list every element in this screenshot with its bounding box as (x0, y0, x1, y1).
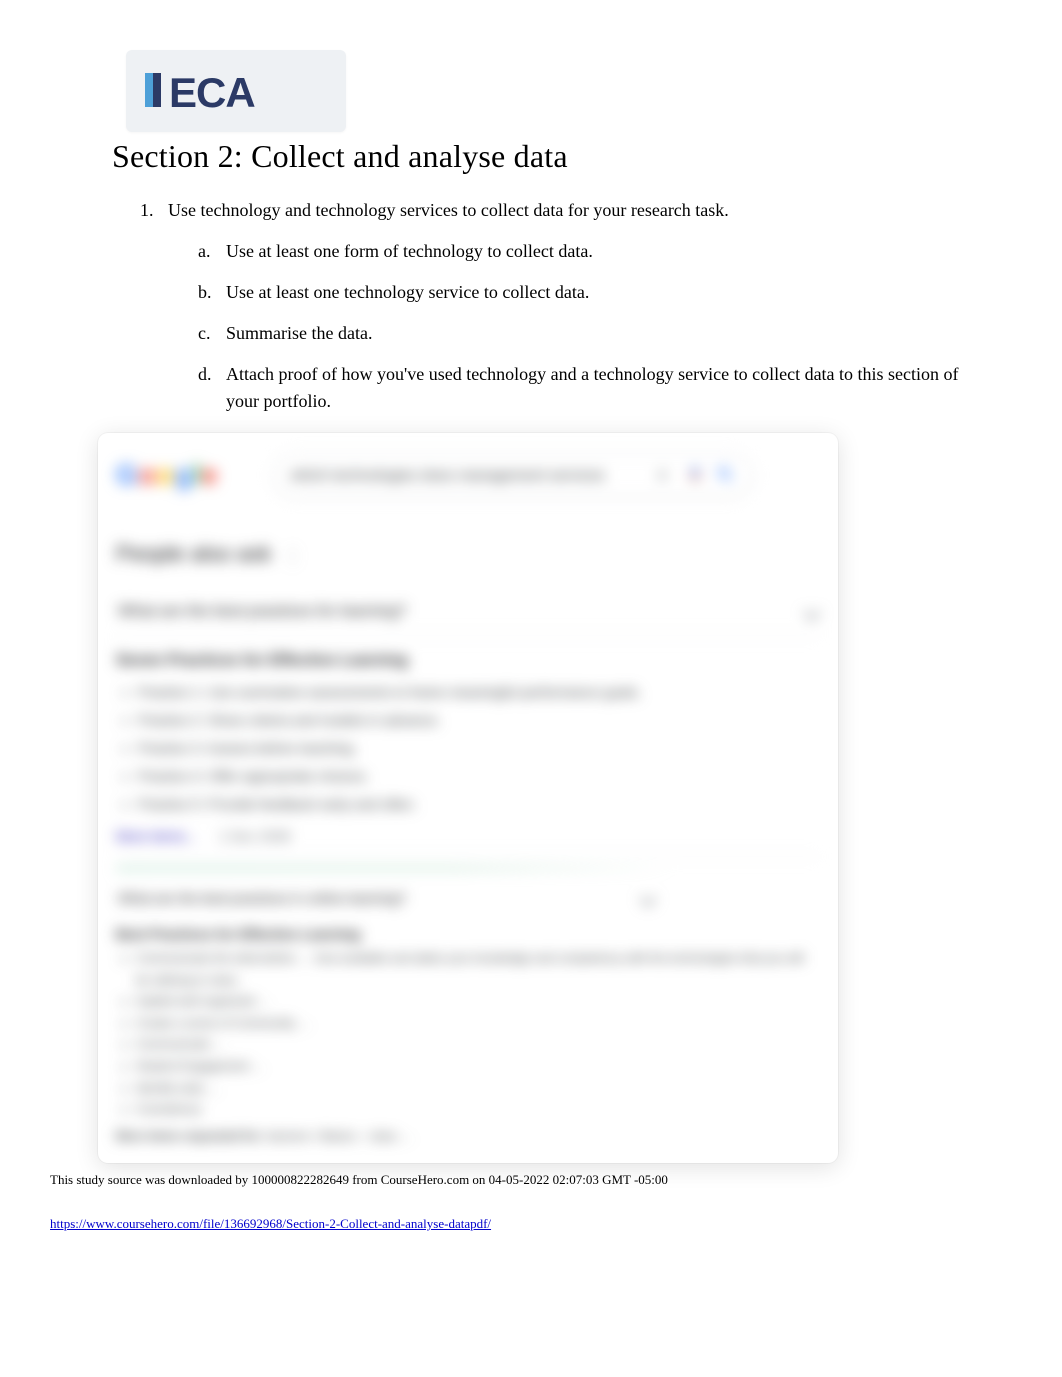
list-item-1: 1. Use technology and technology service… (140, 197, 962, 224)
eca-logo-svg: ECA (141, 63, 331, 119)
paa-question-1[interactable]: What are the best practices for learning… (116, 589, 820, 636)
snippet-item: Consistency (136, 1099, 820, 1121)
snippet-title: Seven Practices for Effective Learning (116, 652, 820, 670)
list-item-1d: d. Attach proof of how you've used techn… (198, 361, 962, 415)
more-items-link[interactable]: More items... (116, 828, 197, 844)
snippet-item: Implied well organized … (136, 991, 820, 1013)
mic-icon[interactable] (686, 465, 706, 485)
more-items-row: More items requested for: learners • Bas… (116, 1129, 820, 1143)
google-logo: Google (116, 459, 217, 491)
blurred-content: Google which technologies does managemen… (98, 433, 838, 1163)
snippet-title-2: Best Practices for Effective Learning (116, 926, 820, 942)
search-query-text: which technologies does management servi… (290, 467, 646, 484)
list-text: Attach proof of how you've used technolo… (226, 361, 962, 415)
snippet-item: Practice 2: Show criteria and models in … (138, 706, 820, 734)
list-number: a. (198, 238, 226, 265)
document-page: ECA Section 2: Collect and analyse data … (0, 0, 1062, 1203)
list-number: b. (198, 279, 226, 306)
list-number: d. (198, 361, 226, 415)
source-url-link[interactable]: https://www.coursehero.com/file/13669296… (50, 1216, 491, 1232)
list-item-1a: a. Use at least one form of technology t… (198, 238, 962, 265)
search-input[interactable]: which technologies does management servi… (273, 453, 753, 497)
result-link-row: More items... 1 Dec 2008 (116, 828, 820, 844)
more-icon[interactable]: ⋮ (284, 546, 302, 566)
snippet-item: Practice 1: Use summative assessments to… (138, 678, 820, 706)
download-footer-note: This study source was downloaded by 1000… (50, 1172, 668, 1188)
list-item-1c: c. Summarise the data. (198, 320, 962, 347)
snippet-item: Student Engagement … (136, 1056, 820, 1078)
snippet-item: Practice 5: Provide feedback early and o… (138, 790, 820, 818)
people-also-ask-header: People also ask ⋮ (116, 541, 820, 589)
chevron-down-icon (804, 604, 821, 621)
list-text: Use at least one technology service to c… (226, 279, 962, 306)
snippet-list: Practice 1: Use summative assessments to… (116, 678, 820, 818)
list-text: Summarise the data. (226, 320, 962, 347)
snippet-item: Communicate … (136, 1034, 820, 1056)
list-item-1b: b. Use at least one technology service t… (198, 279, 962, 306)
snippet-item: Create a sense of Community … (136, 1013, 820, 1035)
sub-list: a. Use at least one form of technology t… (112, 238, 962, 415)
list-text: Use at least one form of technology to c… (226, 238, 962, 265)
snippet-item: Identify early … (136, 1078, 820, 1100)
embedded-screenshot: Google which technologies does managemen… (98, 433, 838, 1163)
paa-question-2[interactable]: What are the best practices in online le… (116, 878, 656, 918)
clear-icon[interactable]: × (656, 465, 676, 485)
result-date: 1 Dec 2008 (219, 828, 291, 844)
search-header: Google which technologies does managemen… (116, 453, 820, 497)
chevron-down-icon (640, 890, 657, 907)
snippet-list-2: Communicate the what before … how availa… (116, 948, 820, 1121)
snippet-item: Practice 4: Offer appropriate choices. (138, 762, 820, 790)
section-title: Section 2: Collect and analyse data (112, 138, 962, 175)
snippet-item: Communicate the what before … how availa… (136, 948, 820, 991)
snippet-item: Practice 3: Assess before teaching. (138, 734, 820, 762)
list-text: Use technology and technology services t… (168, 197, 729, 224)
list-number: 1. (140, 197, 168, 224)
org-logo: ECA (126, 50, 346, 132)
list-number: c. (198, 320, 226, 347)
search-icon[interactable] (716, 465, 736, 485)
svg-text:ECA: ECA (169, 69, 255, 116)
main-list: 1. Use technology and technology service… (112, 197, 962, 224)
